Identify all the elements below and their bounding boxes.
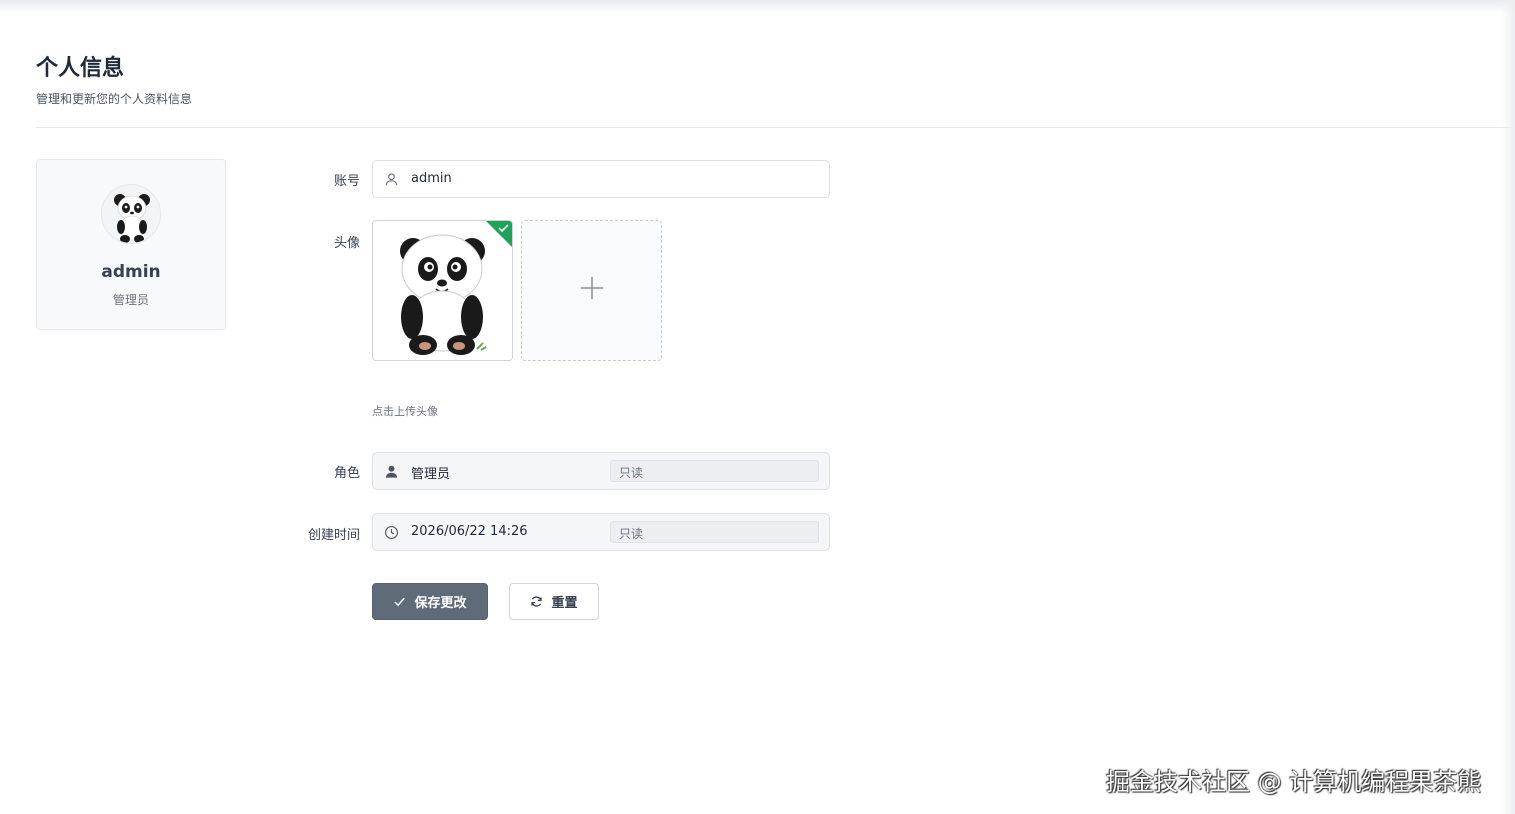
check-icon	[486, 221, 512, 247]
check-icon	[394, 597, 406, 607]
user-outline-icon	[385, 173, 398, 186]
save-button[interactable]: 保存更改	[372, 583, 488, 620]
role-input: 管理员 只读	[372, 452, 830, 490]
profile-role: 管理员	[112, 293, 149, 307]
panda-avatar-icon	[102, 185, 160, 243]
profile-card: admin 管理员	[36, 159, 226, 330]
reset-button[interactable]: 重置	[509, 583, 599, 620]
avatar	[101, 184, 161, 244]
uploaded-avatar-tile[interactable]	[372, 220, 513, 361]
upload-hint: 点击上传头像	[372, 405, 438, 418]
plus-icon	[581, 277, 603, 299]
top-shadow	[0, 0, 1515, 14]
created-time-value: 2026/06/22 14:26	[411, 524, 528, 539]
created-time-readonly-tag: 只读	[610, 521, 819, 543]
avatar-upload-button[interactable]	[521, 220, 662, 361]
page-subtitle: 管理和更新您的个人资料信息	[36, 92, 193, 106]
role-value: 管理员	[411, 467, 451, 482]
refresh-icon	[531, 596, 543, 607]
watermark: 掘金技术社区 @ 计算机编程果茶熊	[1106, 768, 1482, 796]
user-filled-icon	[385, 465, 398, 478]
role-readonly-tag: 只读	[610, 460, 819, 482]
reset-button-label: 重置	[551, 596, 578, 611]
profile-name: admin	[101, 262, 161, 282]
save-button-label: 保存更改	[414, 596, 467, 611]
avatar-label: 头像	[333, 236, 360, 251]
account-label: 账号	[333, 174, 360, 189]
created-time-label: 创建时间	[307, 528, 360, 543]
header-divider	[36, 127, 1512, 128]
page-title: 个人信息	[36, 56, 125, 81]
created-time-input: 2026/06/22 14:26 只读	[372, 513, 830, 551]
role-label: 角色	[333, 466, 360, 481]
clock-icon	[385, 526, 398, 539]
account-value: admin	[411, 171, 452, 186]
account-input[interactable]: admin	[372, 160, 830, 198]
right-scroll-shadow	[1501, 0, 1515, 814]
